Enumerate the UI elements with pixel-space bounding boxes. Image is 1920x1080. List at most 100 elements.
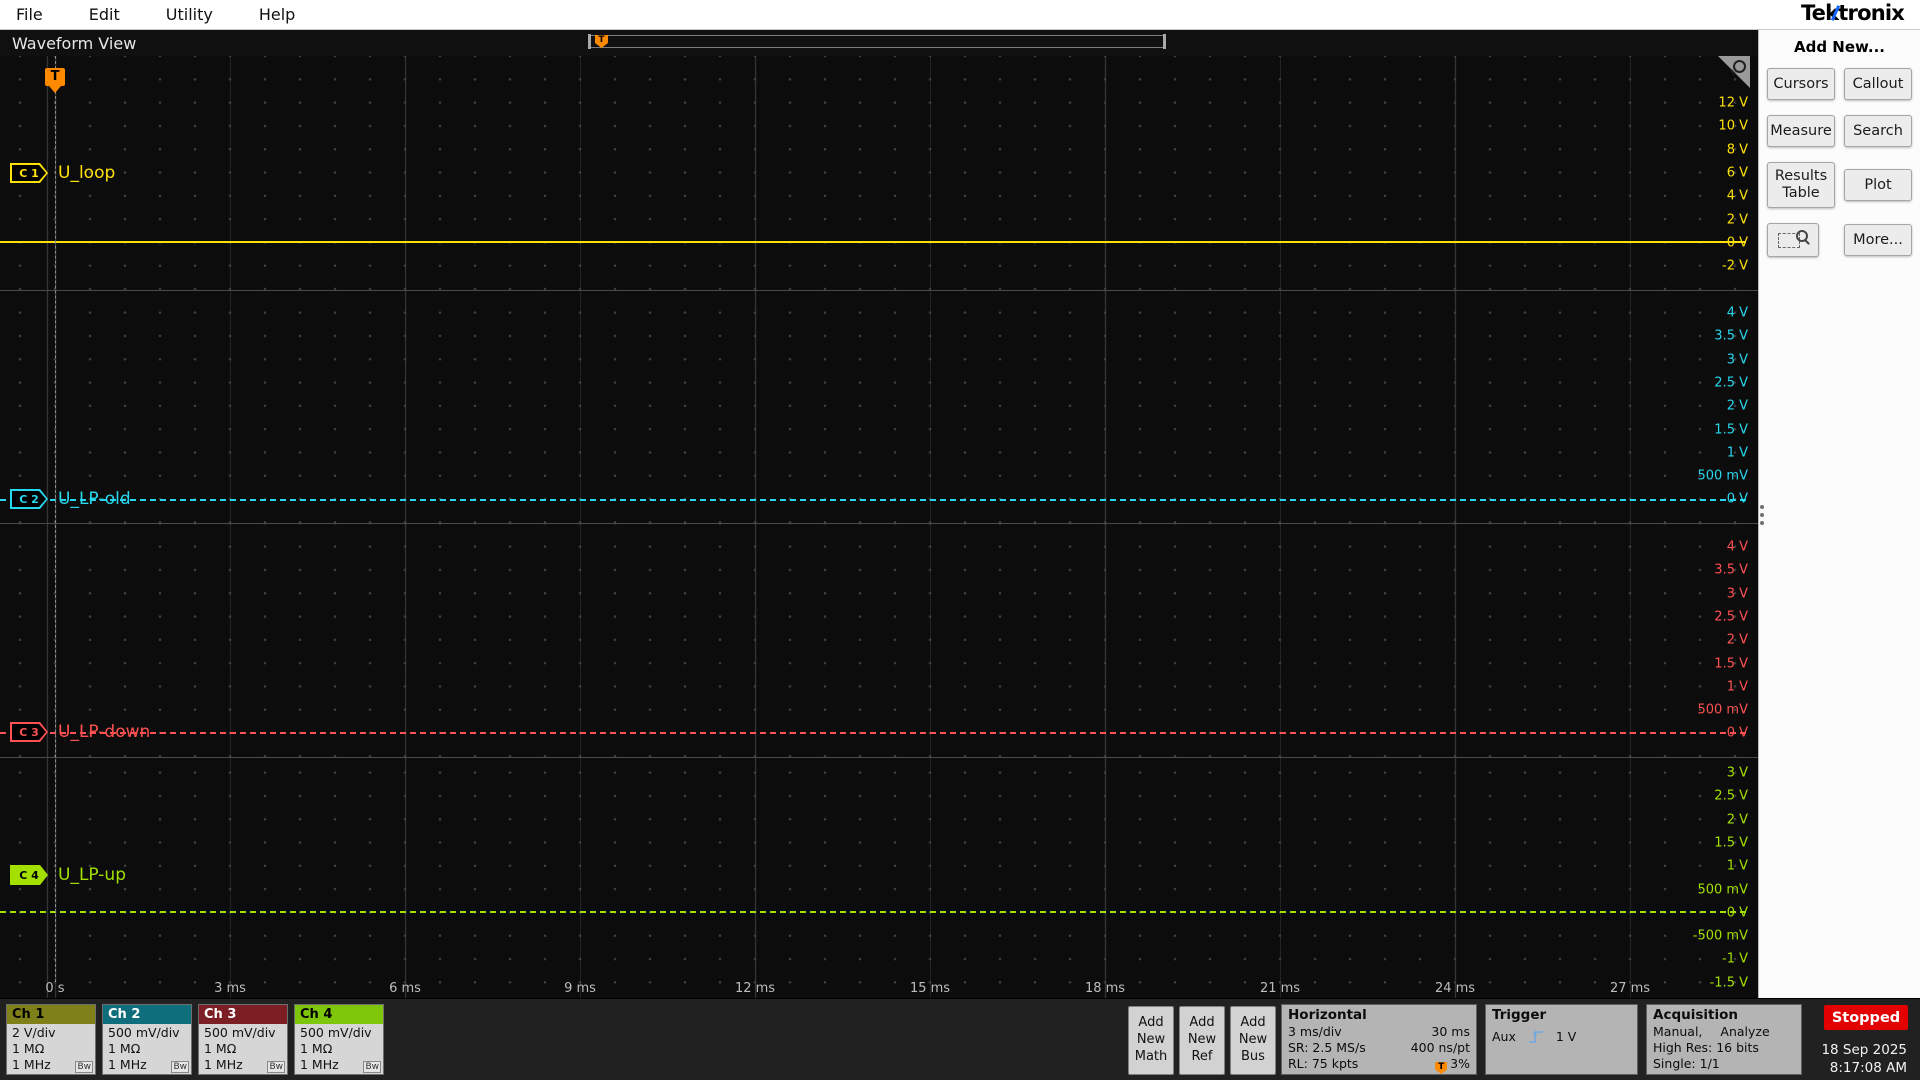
ch3-settings-badge[interactable]: Ch 3 500 mV/div 1 MΩ 1 MHz Bw: [198, 1004, 288, 1075]
time-axis-label: 3 ms: [214, 981, 246, 996]
time-axis-label: 18 ms: [1084, 981, 1126, 996]
channel-label-ch3[interactable]: C 3 U_LP-down: [10, 721, 150, 743]
menu-utility[interactable]: Utility: [143, 0, 236, 29]
vertical-scale-ch1: 12 V 10 V 8 V 6 V 4 V 2 V 0 V -2 V: [0, 56, 1758, 290]
run-stop-button[interactable]: Stopped: [1824, 1005, 1908, 1030]
menu-file[interactable]: File: [0, 0, 66, 29]
time-axis-label: 21 ms: [1259, 981, 1301, 996]
vertical-scale-label: 8 V: [1726, 142, 1748, 158]
ch4-name: U_LP-up: [58, 865, 126, 885]
zoom-mode-button[interactable]: [1767, 223, 1819, 257]
ch3-impedance: 1 MΩ: [204, 1041, 237, 1056]
more-button[interactable]: More...: [1844, 224, 1912, 256]
ch4-impedance: 1 MΩ: [300, 1041, 333, 1056]
vertical-scale-label: 4 V: [1726, 188, 1748, 204]
trigger-position-marker-icon[interactable]: T: [595, 35, 608, 48]
vertical-scale-label: 4 V: [1726, 305, 1748, 321]
vertical-scale-label: 1.5 V: [1714, 656, 1748, 671]
ch2-settings-badge[interactable]: Ch 2 500 mV/div 1 MΩ 1 MHz Bw: [102, 1004, 192, 1075]
ch2-badge-label: C 2: [12, 491, 46, 507]
time-text: 8:17:08 AM: [1829, 1060, 1907, 1076]
vertical-scale-label: -1 V: [1722, 951, 1748, 967]
vertical-scale-label: 500 mV: [1697, 882, 1748, 897]
trigger-flag-icon[interactable]: T: [45, 68, 65, 86]
cursors-button[interactable]: Cursors: [1767, 68, 1835, 100]
vertical-scale-label: 0 V: [1726, 491, 1748, 507]
channel-slice-ch3: C 3 U_LP-down 4 V 3.5 V 3 V 2.5 V 2 V 1.5 V 1 …: [0, 524, 1758, 758]
trigger-title: Trigger: [1492, 1007, 1547, 1023]
ch4-badge[interactable]: C 4: [10, 865, 48, 885]
menu-edit[interactable]: Edit: [66, 0, 143, 29]
search-button[interactable]: Search: [1844, 115, 1912, 147]
add-new-math-button[interactable]: Add New Math: [1128, 1006, 1174, 1075]
horizontal-position-indicator[interactable]: T: [588, 34, 1166, 49]
vertical-scale-label: 0 V: [1726, 905, 1748, 921]
vertical-scale-label: 3 V: [1726, 586, 1748, 602]
panel-resize-handle[interactable]: [1760, 505, 1764, 525]
ch4-scale: 500 mV/div: [300, 1025, 372, 1040]
vertical-scale-label: 6 V: [1726, 165, 1748, 181]
results-table-button[interactable]: Results Table: [1767, 162, 1835, 208]
tektronix-logo: Tektronix: [1801, 1, 1905, 25]
ch3-badge[interactable]: C 3: [10, 722, 48, 742]
channel-slice-ch1: C 1 U_loop 12 V 10 V 8 V 6 V 4 V 2 V 0 V -2 V: [0, 56, 1758, 291]
channel-label-ch2[interactable]: C 2 U_LP-old: [10, 488, 131, 510]
channel-badges: Ch 1 2 V/div 1 MΩ 1 MHz Bw Ch 2 500 mV/d…: [6, 1004, 384, 1075]
add-new-buttons: Cursors Callout Measure Search Results T…: [1767, 68, 1912, 257]
add-new-ref-button[interactable]: Add New Ref: [1179, 1006, 1225, 1075]
vertical-scale-label: 1.5 V: [1714, 422, 1748, 437]
vertical-scale-label: -2 V: [1722, 258, 1748, 274]
callout-button[interactable]: Callout: [1844, 68, 1912, 100]
measure-button[interactable]: Measure: [1767, 115, 1835, 147]
trigger-source: Aux: [1492, 1029, 1516, 1044]
ch1-name: U_loop: [58, 163, 116, 183]
vertical-scale-label: 12 V: [1718, 95, 1748, 111]
add-new-title: Add New...: [1793, 38, 1886, 56]
vertical-scale-label: 500 mV: [1697, 468, 1748, 484]
zoom-magnifier-icon: [1796, 230, 1808, 242]
vertical-scale-label: 2.5 V: [1714, 375, 1748, 391]
plot-button[interactable]: Plot: [1844, 169, 1912, 201]
ch1-scale: 2 V/div: [12, 1025, 56, 1040]
time-axis-label: 9 ms: [564, 981, 596, 996]
waveform-plot[interactable]: C 1 U_loop 12 V 10 V 8 V 6 V 4 V 2 V 0 V -2 V C…: [0, 56, 1758, 998]
ch2-impedance: 1 MΩ: [108, 1041, 141, 1056]
sample-rate: SR: 2.5 MS/s: [1288, 1040, 1366, 1055]
vertical-scale-label: 0 V: [1726, 235, 1748, 251]
acquisition-badge[interactable]: Acquisition Manual, Analyze High Res: 16…: [1646, 1004, 1802, 1075]
ch4-settings-body: 500 mV/div 1 MΩ 1 MHz Bw: [295, 1024, 383, 1074]
vertical-scale-label: 3.5 V: [1714, 562, 1748, 578]
menu-bar: File Edit Utility Help Tektronix: [0, 0, 1920, 30]
menu-help[interactable]: Help: [236, 0, 318, 29]
channel-slice-ch4: C 4 U_LP-up 3 V 2.5 V 2 V 1.5 V 1 V 500 mV 0 V…: [0, 758, 1758, 998]
time-axis: 0 s 3 ms 6 ms 9 ms 12 ms 15 ms 18 ms 21 ms 24 ms…: [0, 979, 1758, 996]
horizontal-title: Horizontal: [1288, 1007, 1367, 1023]
ch1-settings-header: Ch 1: [7, 1005, 95, 1024]
time-axis-label: 24 ms: [1434, 981, 1476, 996]
ch2-badge[interactable]: C 2: [10, 489, 48, 509]
waveform-view-panel: Waveform View T C 1 U_loop 12 V 10 V 8 V 6 …: [0, 30, 1758, 998]
ch1-settings-badge[interactable]: Ch 1 2 V/div 1 MΩ 1 MHz Bw: [6, 1004, 96, 1075]
ch1-badge-label: C 1: [12, 165, 46, 181]
handle-dot: [1760, 513, 1764, 517]
ch3-bw-limit-icon: Bw: [267, 1061, 285, 1073]
horizontal-badge[interactable]: Horizontal 3 ms/div 30 ms SR: 2.5 MS/s 4…: [1281, 1004, 1477, 1075]
acquisition-title: Acquisition: [1653, 1007, 1738, 1023]
add-new-panel: Add New... Cursors Callout Measure Searc…: [1758, 30, 1920, 998]
vertical-scale-label: -500 mV: [1692, 928, 1748, 944]
acquisition-mode: Manual,: [1653, 1024, 1703, 1039]
acquisition-mode-row: Manual, Analyze: [1653, 1024, 1795, 1040]
channel-label-ch1[interactable]: C 1 U_loop: [10, 162, 115, 184]
trigger-badge[interactable]: Trigger Aux 1 V: [1485, 1004, 1638, 1075]
date-text: 18 Sep 2025: [1821, 1042, 1907, 1058]
add-new-bus-button[interactable]: Add New Bus: [1230, 1006, 1276, 1075]
channel-label-ch4[interactable]: C 4 U_LP-up: [10, 864, 126, 886]
vertical-scale-label: 1 V: [1726, 445, 1748, 461]
ch4-settings-badge[interactable]: Ch 4 500 mV/div 1 MΩ 1 MHz Bw: [294, 1004, 384, 1075]
ch2-scale: 500 mV/div: [108, 1025, 180, 1040]
channel-slice-ch2: C 2 U_LP-old 4 V 3.5 V 3 V 2.5 V 2 V 1.5 V 1 V…: [0, 291, 1758, 524]
vertical-scale-label: 3.5 V: [1714, 328, 1748, 344]
ch3-scale: 500 mV/div: [204, 1025, 276, 1040]
ch2-name: U_LP-old: [58, 489, 131, 509]
ch1-badge[interactable]: C 1: [10, 163, 48, 183]
